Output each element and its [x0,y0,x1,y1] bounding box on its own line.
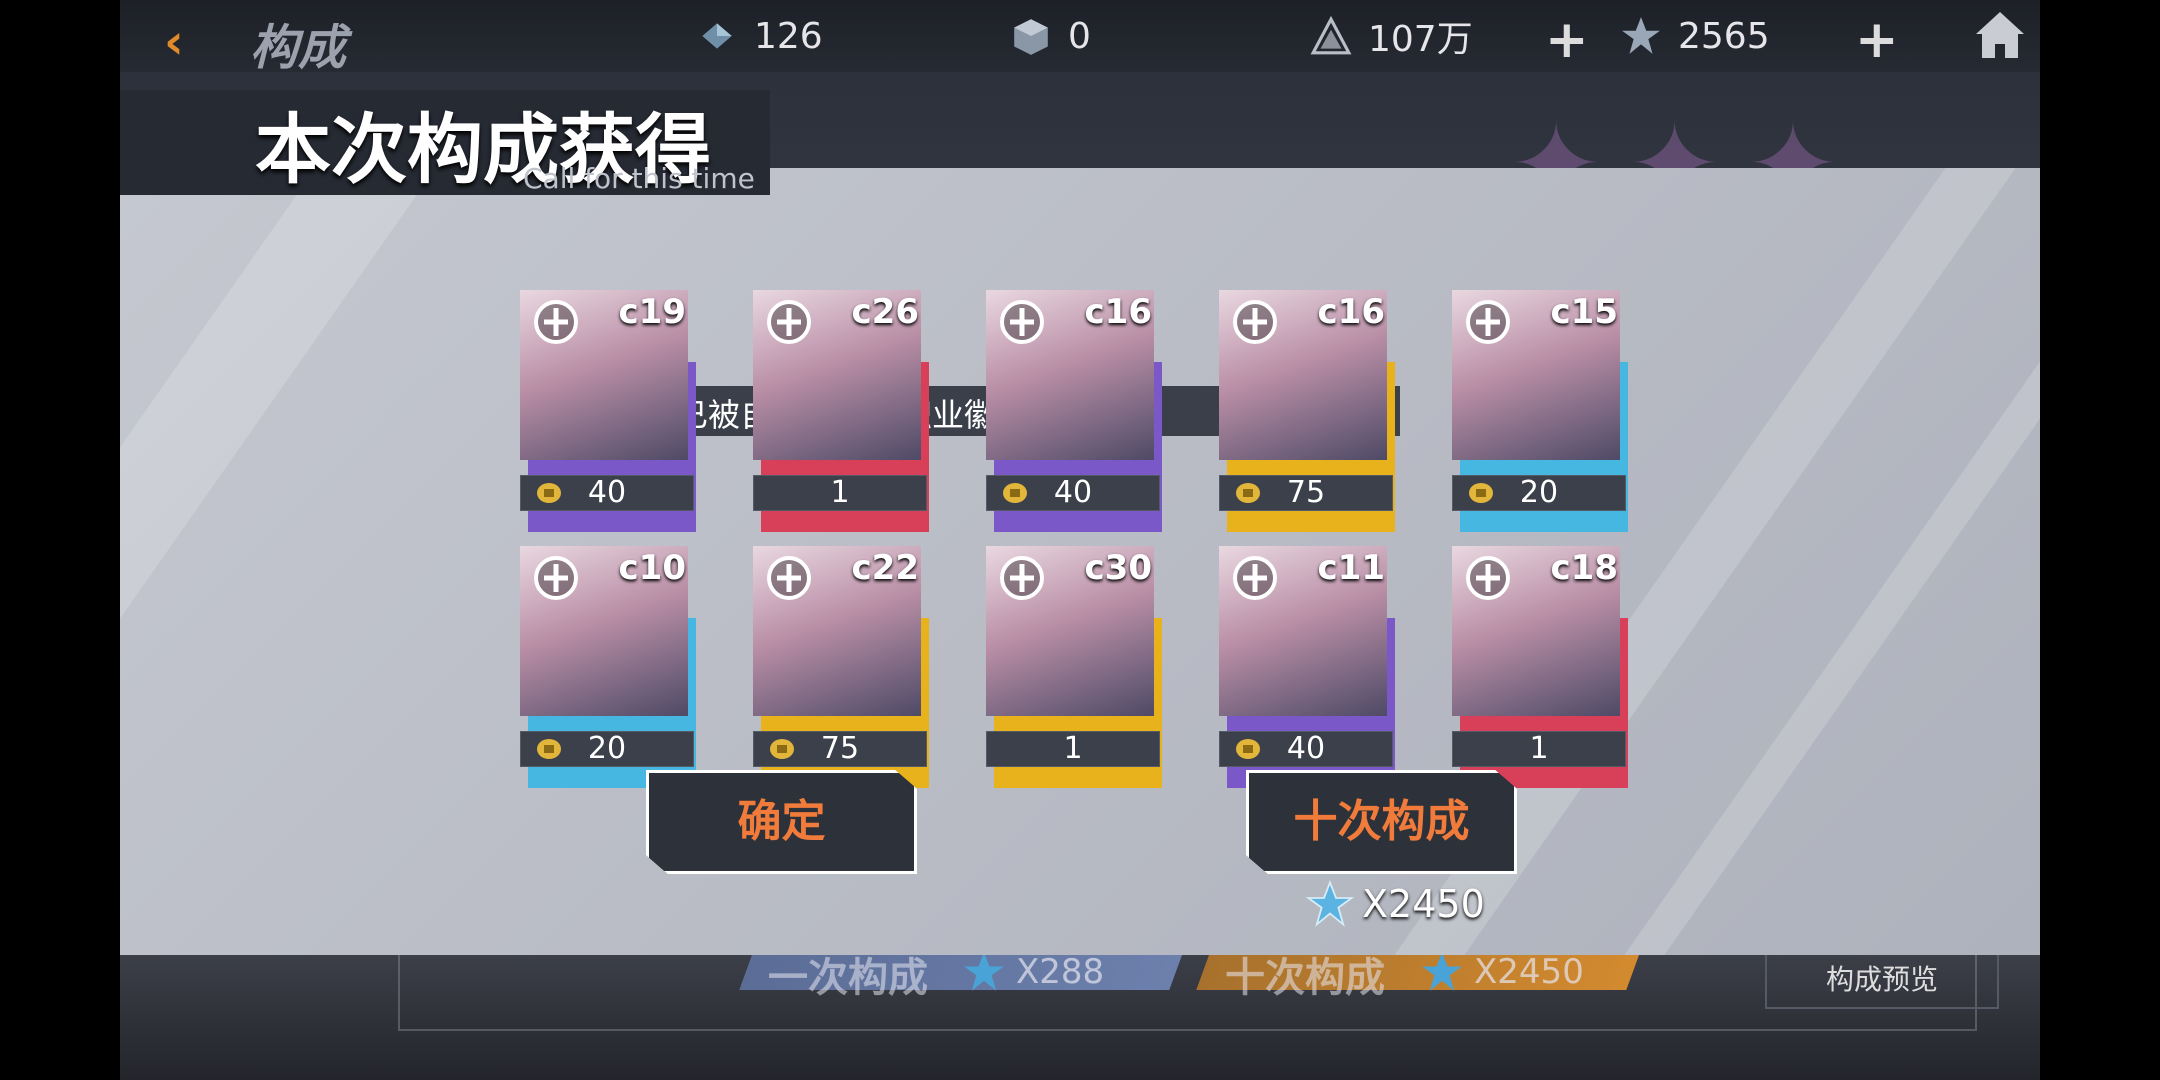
game-screen: ✦ ✦ ✦ 一次构成 X288 十次构成 X2450 构成预览 ‹ 构成 126… [120,0,2040,1080]
class-badge-icon [1236,739,1260,759]
star-crystal-icon [1622,17,1660,54]
class-badge-icon [537,739,561,759]
hero-card[interactable]: c10 20 [520,546,696,788]
decor-stripe [120,168,436,955]
reward-count: 20 [1452,475,1626,511]
class-badge-icon [537,483,561,503]
reward-count-value: 40 [587,475,627,510]
pyramid-coin-icon [1310,15,1352,55]
background-single-cost: X288 [962,950,1104,994]
add-star-crystal-button[interactable]: + [1855,10,1899,70]
hero-card[interactable]: c15 20 [1452,290,1628,532]
reward-count-value: 75 [1286,475,1326,510]
reward-count-value: 75 [820,731,860,766]
hero-card[interactable]: c30 1 [986,546,1162,788]
class-badge-icon [770,739,794,759]
reward-count-value: 40 [1286,731,1326,766]
hero-code: c30 [1084,548,1152,588]
resource-value: 107万 [1368,19,1473,60]
reward-count: 1 [753,475,927,511]
confirm-button-label: 确定 [737,796,826,847]
dagger-icon [534,556,578,600]
resource-value: 126 [754,15,823,57]
resource-value: 0 [1068,15,1091,57]
hero-card[interactable]: c11 40 [1219,546,1395,788]
sword-crest-icon [1466,556,1510,600]
reward-count: 75 [1219,475,1393,511]
heart-wings-icon [1466,300,1510,344]
resource-cube: 0 [1010,12,1091,60]
reward-count-value: 20 [587,731,627,766]
star-crystal-icon [1422,952,1462,991]
reward-count: 40 [1219,731,1393,767]
reward-count-value: 40 [1053,475,1093,510]
background-single-cost-text: X288 [1016,952,1105,992]
background-ten-cost-text: X2450 [1474,952,1584,992]
reward-count-value: 1 [1063,731,1083,766]
resource-value: 2565 [1678,15,1770,57]
ten-call-cost: X2450 [1306,880,1485,928]
chevron-left-icon: ‹ [164,14,184,70]
ten-call-button-label: 十次构成 [1293,796,1470,847]
cube-icon [1014,19,1048,55]
hero-code: c18 [1550,548,1618,588]
gun-icon [767,300,811,344]
modal-subtitle: Call for this time [523,162,755,195]
hero-card[interactable]: c26 1 [753,290,929,532]
reward-count-value: 1 [830,475,850,510]
hero-code: c19 [618,292,686,332]
class-badge-icon [1236,483,1260,503]
reward-count-value: 20 [1519,475,1559,510]
class-badge-icon [1003,483,1027,503]
hero-card[interactable]: c18 1 [1452,546,1628,788]
page-title: 构成 [250,20,347,76]
star-crystal-icon [964,952,1004,991]
result-modal: 重复英雄已被自动分解为职业徽章 c1940c261c1640c1675c1520… [120,168,2040,955]
hero-card[interactable]: c22 75 [753,546,929,788]
home-icon[interactable] [1972,8,2028,64]
resource-pyramid-coin: 107万 [1310,12,1473,60]
reward-count-value: 1 [1529,731,1549,766]
confirm-button[interactable]: 确定 [646,770,917,874]
sword-crest-icon [1000,300,1044,344]
top-bar: ‹ 构成 126 0 107万 + 2565 + [120,0,2040,76]
reward-count: 40 [986,475,1160,511]
shield-cross-icon [534,300,578,344]
hero-card[interactable]: c16 40 [986,290,1162,532]
hero-card[interactable]: c16 75 [1219,290,1395,532]
hero-code: c26 [851,292,919,332]
hero-code: c22 [851,548,919,588]
heart-wings-icon [1233,300,1277,344]
hero-code: c16 [1317,292,1385,332]
crystal-icon [702,23,732,49]
resource-crystal: 126 [696,12,823,60]
hero-card[interactable]: c19 40 [520,290,696,532]
hero-code: c16 [1084,292,1152,332]
background-preview-button: 构成预览 [1765,950,1999,1009]
background-ten-cost: X2450 [1420,950,1584,994]
flame-icon [1000,556,1044,600]
add-coin-button[interactable]: + [1545,10,1589,70]
dagger-icon [1233,556,1277,600]
hero-code: c11 [1317,548,1385,588]
star-crystal-icon [1306,880,1354,927]
reward-count: 1 [1452,731,1626,767]
ten-call-cost-text: X2450 [1362,882,1485,926]
horned-skull-icon [767,556,811,600]
reward-count: 1 [986,731,1160,767]
resource-star-crystal: 2565 [1620,12,1770,60]
reward-count: 40 [520,475,694,511]
back-button[interactable]: ‹ [144,8,264,70]
hero-code: c15 [1550,292,1618,332]
ten-call-button[interactable]: 十次构成 [1246,770,1517,874]
reward-count: 20 [520,731,694,767]
reward-count: 75 [753,731,927,767]
hero-code: c10 [618,548,686,588]
class-badge-icon [1469,483,1493,503]
